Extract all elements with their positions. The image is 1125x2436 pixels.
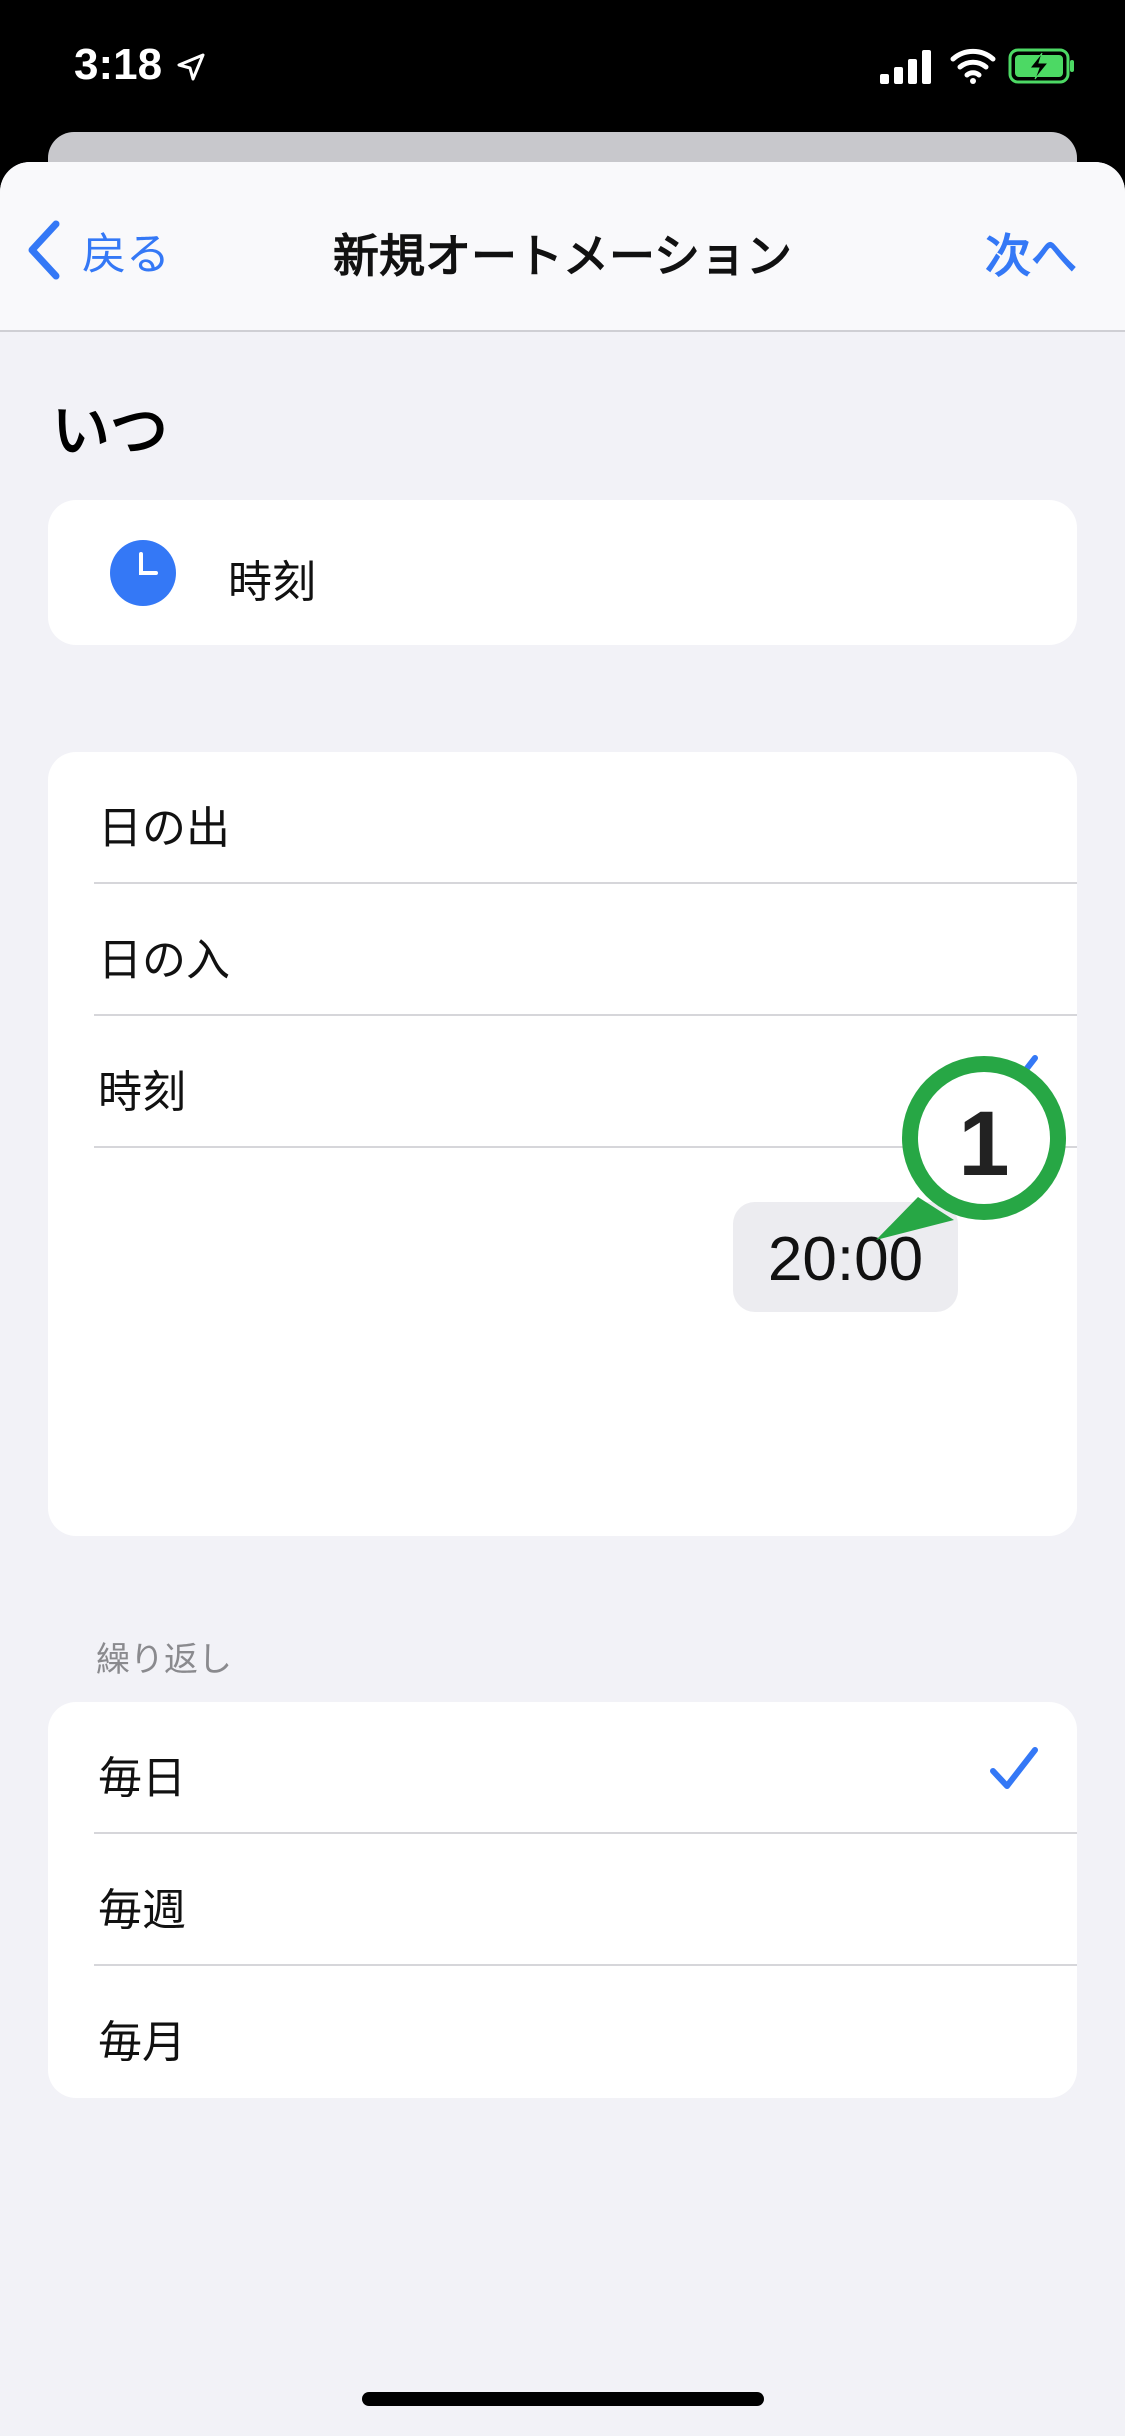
list-item-label: 日の入 [98,935,230,986]
clock-icon [110,540,176,606]
battery-charging-icon [1008,48,1074,84]
location-arrow-icon [177,53,205,81]
repeat-caption: 繰り返し [96,1640,232,1680]
list-item-sunrise[interactable]: 日の出 [48,752,1077,884]
list-item-weekly[interactable]: 毎週 [48,1834,1077,1966]
list-item-daily[interactable]: 毎日 [48,1702,1077,1834]
trigger-card[interactable]: 時刻 [48,500,1077,645]
list-item-label: 時刻 [98,1067,186,1118]
status-time: 3:18 [74,40,163,89]
when-heading: いつ [52,397,169,465]
step-number: 1 [958,1093,1010,1195]
wifi-icon [950,48,996,84]
automation-sheet: 戻る 新規オートメーション 次へ いつ 時刻 日の出 日の入 時刻 20:00 [0,162,1125,2436]
trigger-label: 時刻 [228,557,316,608]
list-item-label: 毎日 [98,1753,186,1804]
next-button[interactable]: 次へ [985,220,1077,286]
list-item-label: 毎月 [98,2017,186,2068]
page-title: 新規オートメーション [332,229,793,283]
list-item-label: 日の出 [98,803,230,854]
cellular-signal-icon [880,50,931,84]
list-item-label: 毎週 [98,1885,186,1936]
list-item-sunset[interactable]: 日の入 [48,884,1077,1016]
navigation-bar: 戻る 新規オートメーション 次へ [0,162,1125,332]
repeat-options-list: 毎日 毎週 毎月 [48,1702,1077,2098]
checkmark-icon [990,1747,1038,1789]
home-indicator[interactable] [362,2392,764,2406]
list-item-monthly[interactable]: 毎月 [48,1966,1077,2098]
status-bar: 3:18 [0,0,1125,132]
